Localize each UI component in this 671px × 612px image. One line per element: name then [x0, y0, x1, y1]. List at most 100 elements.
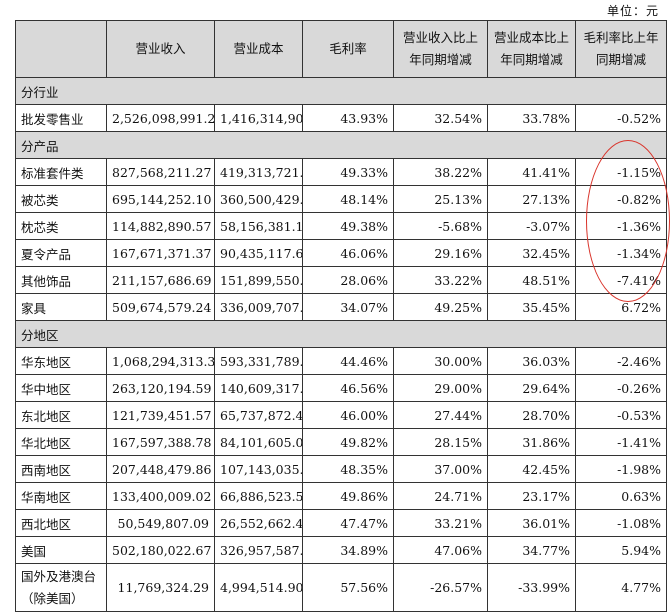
revenue-cell: 11,769,324.29 — [106, 563, 215, 612]
table-row: 华东地区 1,068,294,313.37 593,331,789.54 44.… — [15, 347, 667, 375]
revenue-cell: 509,674,579.24 — [106, 293, 215, 321]
rev-yoy-cell: 47.06% — [393, 536, 488, 564]
table-row: 东北地区 121,739,451.57 65,737,872.47 46.00%… — [15, 401, 667, 429]
cost-yoy-cell: -33.99% — [487, 563, 576, 612]
header-revenue: 营业收入 — [106, 20, 215, 78]
revenue-cell: 2,526,098,991.24 — [106, 104, 215, 132]
table-row: 批发零售业 2,526,098,991.24 1,416,314,908.90 … — [15, 104, 667, 132]
cost-cell: 360,500,429.97 — [214, 185, 303, 213]
revenue-cell: 695,144,252.10 — [106, 185, 215, 213]
revenue-cell: 50,549,807.09 — [106, 509, 215, 537]
margin-cell: 49.33% — [302, 158, 394, 186]
revenue-cell: 121,739,451.57 — [106, 401, 215, 429]
row-label: 华中地区 — [15, 374, 107, 402]
table-row: 国外及港澳台 （除美国） 11,769,324.29 4,994,514.90 … — [15, 563, 667, 612]
margin-cell: 48.14% — [302, 185, 394, 213]
row-label: 批发零售业 — [15, 104, 107, 132]
margin-cell: 49.82% — [302, 428, 394, 456]
section-title: 分地区 — [15, 320, 667, 348]
cost-yoy-cell: 41.41% — [487, 158, 576, 186]
section-title: 分行业 — [15, 77, 667, 105]
margin-yoy-cell: -1.34% — [575, 239, 667, 267]
section-title: 分产品 — [15, 131, 667, 159]
margin-cell: 28.06% — [302, 266, 394, 294]
margin-yoy-cell: 0.63% — [575, 482, 667, 510]
header-row: 营业收入 营业成本 毛利率 营业收入比上年同期增减 营业成本比上年同期增减 毛利… — [15, 20, 667, 78]
margin-cell: 49.38% — [302, 212, 394, 240]
rev-yoy-cell: 38.22% — [393, 158, 488, 186]
rev-yoy-cell: 25.13% — [393, 185, 488, 213]
table-row: 枕芯类 114,882,890.57 58,156,381.19 49.38% … — [15, 212, 667, 240]
cost-cell: 107,143,035.73 — [214, 455, 303, 483]
rev-yoy-cell: 28.15% — [393, 428, 488, 456]
margin-cell: 46.56% — [302, 374, 394, 402]
rev-yoy-cell: 30.00% — [393, 347, 488, 375]
unit-label: 单位：元 — [606, 4, 659, 18]
margin-yoy-cell: -1.15% — [575, 158, 667, 186]
margin-cell: 47.47% — [302, 509, 394, 537]
margin-cell: 34.89% — [302, 536, 394, 564]
row-label: 华东地区 — [15, 347, 107, 375]
rev-yoy-cell: 29.16% — [393, 239, 488, 267]
table-row: 华南地区 133,400,009.02 66,886,523.53 49.86%… — [15, 482, 667, 510]
header-cost: 营业成本 — [214, 20, 303, 78]
margin-yoy-cell: -0.53% — [575, 401, 667, 429]
section-row-product: 分产品 — [15, 131, 667, 159]
cost-cell: 593,331,789.54 — [214, 347, 303, 375]
row-label: 其他饰品 — [15, 266, 107, 294]
cost-yoy-cell: 31.86% — [487, 428, 576, 456]
row-label: 家具 — [15, 293, 107, 321]
row-label: 美国 — [15, 536, 107, 564]
revenue-cell: 167,671,371.37 — [106, 239, 215, 267]
margin-yoy-cell: -1.98% — [575, 455, 667, 483]
cost-cell: 4,994,514.90 — [214, 563, 303, 612]
cost-yoy-cell: 33.78% — [487, 104, 576, 132]
margin-yoy-cell: -0.82% — [575, 185, 667, 213]
margin-yoy-cell: -0.52% — [575, 104, 667, 132]
table-row: 西北地区 50,549,807.09 26,552,662.48 47.47% … — [15, 509, 667, 537]
margin-cell: 43.93% — [302, 104, 394, 132]
table-row: 其他饰品 211,157,686.69 151,899,550.44 28.06… — [15, 266, 667, 294]
table-row: 华北地区 167,597,388.78 84,101,605.00 49.82%… — [15, 428, 667, 456]
margin-cell: 46.06% — [302, 239, 394, 267]
table-row: 家具 509,674,579.24 336,009,707.93 34.07% … — [15, 293, 667, 321]
margin-cell: 49.86% — [302, 482, 394, 510]
cost-yoy-cell: 42.45% — [487, 455, 576, 483]
rev-yoy-cell: 37.00% — [393, 455, 488, 483]
rev-yoy-cell: -26.57% — [393, 563, 488, 612]
revenue-cell: 114,882,890.57 — [106, 212, 215, 240]
section-row-region: 分地区 — [15, 320, 667, 348]
cost-yoy-cell: 28.70% — [487, 401, 576, 429]
margin-yoy-cell: -1.41% — [575, 428, 667, 456]
rev-yoy-cell: -5.68% — [393, 212, 488, 240]
margin-yoy-cell: 4.77% — [575, 563, 667, 612]
margin-cell: 57.56% — [302, 563, 394, 612]
row-label: 东北地区 — [15, 401, 107, 429]
header-blank — [15, 20, 107, 78]
cost-cell: 336,009,707.93 — [214, 293, 303, 321]
cost-yoy-cell: 32.45% — [487, 239, 576, 267]
table-row: 夏令产品 167,671,371.37 90,435,117.61 46.06%… — [15, 239, 667, 267]
cost-cell: 65,737,872.47 — [214, 401, 303, 429]
cost-yoy-cell: 34.77% — [487, 536, 576, 564]
margin-yoy-cell: 6.72% — [575, 293, 667, 321]
revenue-cell: 1,068,294,313.37 — [106, 347, 215, 375]
margin-yoy-cell: 5.94% — [575, 536, 667, 564]
rev-yoy-cell: 27.44% — [393, 401, 488, 429]
margin-yoy-cell: -7.41% — [575, 266, 667, 294]
header-rev-yoy: 营业收入比上年同期增减 — [393, 20, 488, 78]
revenue-cell: 207,448,479.86 — [106, 455, 215, 483]
cost-yoy-cell: 36.01% — [487, 509, 576, 537]
row-label: 西南地区 — [15, 455, 107, 483]
cost-cell: 140,609,317.26 — [214, 374, 303, 402]
revenue-cell: 502,180,022.67 — [106, 536, 215, 564]
row-label: 夏令产品 — [15, 239, 107, 267]
financial-table: 营业收入 营业成本 毛利率 营业收入比上年同期增减 营业成本比上年同期增减 毛利… — [15, 20, 667, 612]
cost-cell: 84,101,605.00 — [214, 428, 303, 456]
header-margin-yoy: 毛利率比上年同期增减 — [575, 20, 667, 78]
revenue-cell: 167,597,388.78 — [106, 428, 215, 456]
section-row-industry: 分行业 — [15, 77, 667, 105]
margin-cell: 46.00% — [302, 401, 394, 429]
rev-yoy-cell: 33.22% — [393, 266, 488, 294]
row-label: 华北地区 — [15, 428, 107, 456]
